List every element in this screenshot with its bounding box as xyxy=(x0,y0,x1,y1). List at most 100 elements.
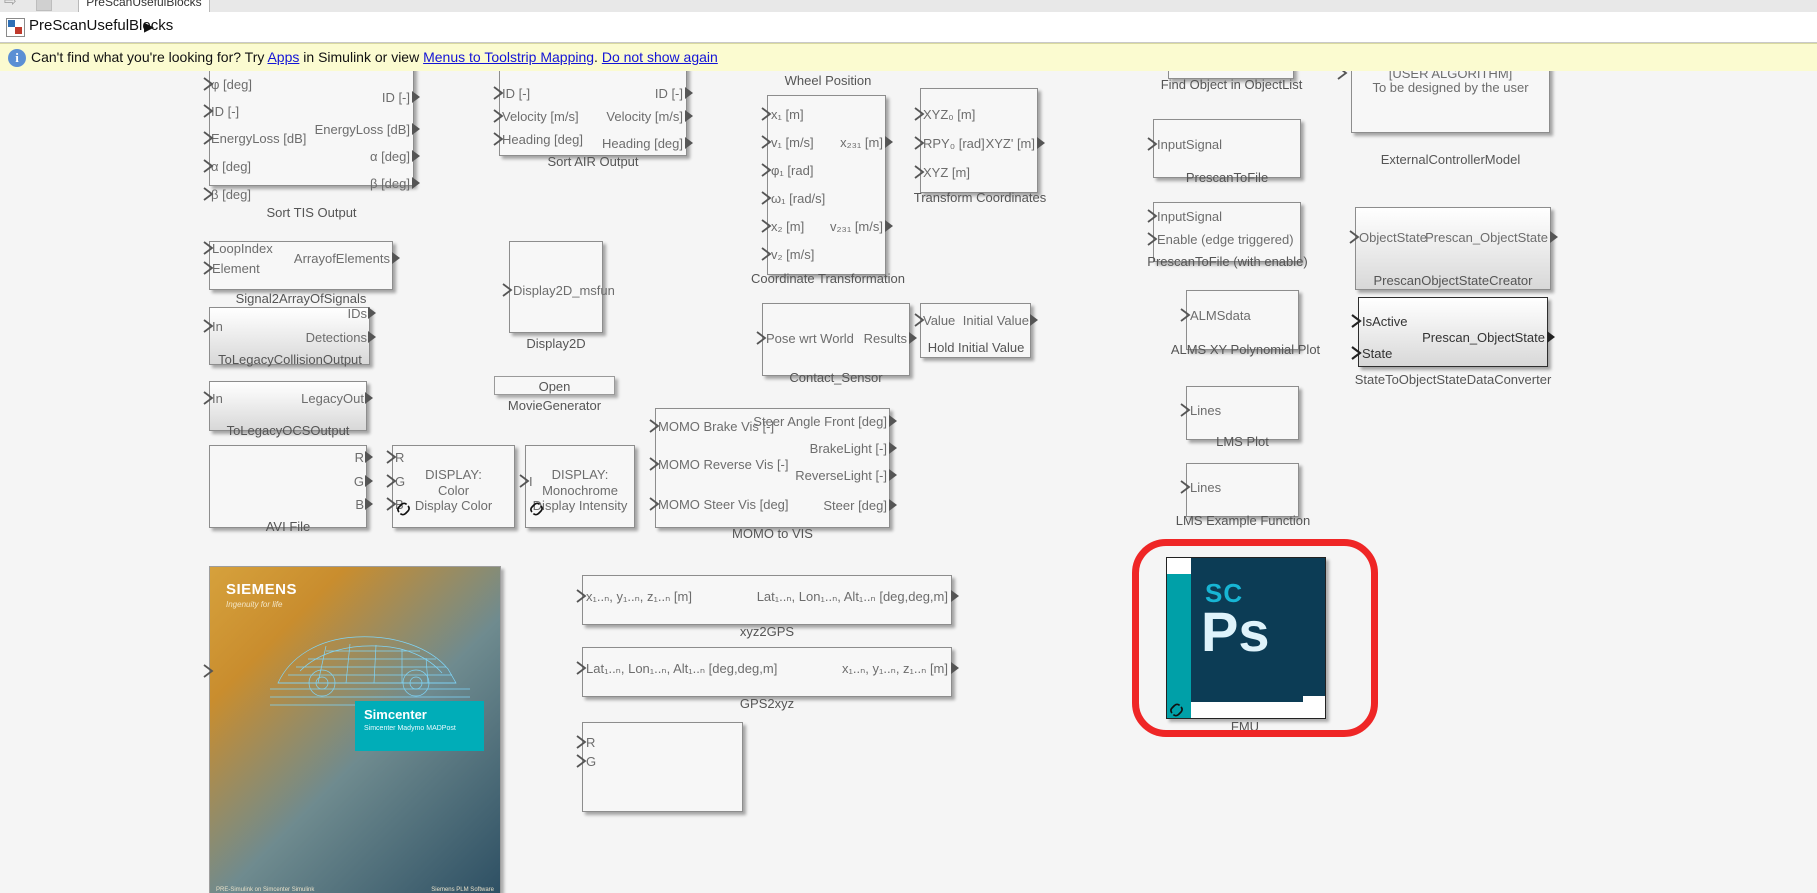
port-label-in: ALMSdata xyxy=(1190,308,1251,323)
port-arrow-in xyxy=(1147,137,1158,151)
block-caption: PrescanToFile (with enable) xyxy=(1147,254,1308,269)
port-arrow-in xyxy=(203,261,214,275)
port-arrow-in xyxy=(493,132,504,146)
port-arrow-in xyxy=(386,497,397,511)
port-label-out: Steer [deg] xyxy=(823,498,887,513)
port-label-out: Detections xyxy=(305,330,367,345)
port-label-out: IDs xyxy=(347,306,368,321)
link-do-not-show-again[interactable]: Do not show again xyxy=(602,49,718,65)
port-arrow-out xyxy=(909,332,917,344)
port-label-out: α [deg] xyxy=(369,149,410,164)
breadcrumb-chevron-icon[interactable]: ▶ xyxy=(144,19,154,35)
port-label-in: Lines xyxy=(1190,480,1222,495)
block-caption: Display2D xyxy=(526,336,586,351)
link-apps[interactable]: Apps xyxy=(267,49,299,65)
port-arrow-in xyxy=(761,219,772,233)
port-arrow-out xyxy=(412,177,420,189)
block-rgb-bottom[interactable] xyxy=(582,722,743,812)
port-arrow-in xyxy=(203,104,214,118)
block-caption: PrescanObjectStateCreator xyxy=(1373,273,1533,288)
port-label-in: G xyxy=(586,754,597,769)
notification-bar: i Can't find what you're looking for? Tr… xyxy=(0,43,1817,73)
block-caption: Sort AIR Output xyxy=(547,154,639,169)
button-open-moviegenerator[interactable]: Open MovieGenerator xyxy=(494,376,615,413)
port-label-out: ID [-] xyxy=(654,86,683,101)
library-link-icon xyxy=(528,501,548,517)
port-arrow-in xyxy=(761,247,772,261)
image-footer-left: PRE-Simulink on Simcenter Simulink xyxy=(216,887,315,893)
block-caption: Find Object in ObjectList xyxy=(1160,77,1303,92)
block-caption: xyz2GPS xyxy=(739,624,795,639)
port-label-out: LegacyOut xyxy=(301,391,364,406)
port-arrow-out xyxy=(889,415,897,427)
siemens-logo: SIEMENS xyxy=(226,581,298,598)
port-label-out: B xyxy=(355,497,364,512)
port-arrow-in xyxy=(914,313,925,327)
port-arrow-out xyxy=(889,469,897,481)
port-label-in: β [deg] xyxy=(211,187,252,202)
port-arrow-out xyxy=(412,123,420,135)
port-arrow-in xyxy=(576,589,587,603)
notification-text: Can't find what you're looking for? Try … xyxy=(31,49,718,65)
port-arrow-in xyxy=(756,331,767,345)
link-menus-to-toolstrip-mapping[interactable]: Menus to Toolstrip Mapping xyxy=(423,49,594,65)
breadcrumb: PreScanUsefulBlocks ▶ xyxy=(0,12,1817,43)
port-arrow-out xyxy=(885,136,893,148)
simulink-model-window: ⇨ PreScanUsefulBlocks PreScanUsefulBlock… xyxy=(0,0,1817,893)
port-arrow-in xyxy=(1147,232,1158,246)
port-arrow-out xyxy=(412,150,420,162)
block-caption: ToLegacyOCSOutput xyxy=(226,423,350,438)
port-arrow-in xyxy=(203,241,214,255)
block-caption: Contact_Sensor xyxy=(789,370,883,385)
simcenter-banner: Simcenter Simcenter Madymo MADPost xyxy=(355,701,484,751)
port-label-out: ArrayofElements xyxy=(293,251,390,266)
port-label-in: XYZ₀ [m] xyxy=(923,107,976,122)
port-label-in: Lines xyxy=(1190,403,1222,418)
port-arrow-in xyxy=(761,135,772,149)
port-arrow-in xyxy=(576,661,587,675)
port-label-in: ID [-] xyxy=(211,104,240,119)
port-label-out: BrakeLight [-] xyxy=(809,441,887,456)
port-arrow-out xyxy=(365,392,373,404)
simcenter-title: Simcenter xyxy=(364,707,427,722)
block-caption: ExternalControllerModel xyxy=(1380,152,1521,167)
info-icon: i xyxy=(8,49,26,67)
siemens-tagline: Ingenuity for life xyxy=(226,600,283,609)
port-arrow-out xyxy=(365,451,373,463)
port-label-out: Steer Angle Front [deg] xyxy=(753,414,887,429)
model-canvas[interactable]: φ [deg] ID [-] EnergyLoss [dB] α [deg] β… xyxy=(0,71,1817,893)
port-label-out: Prescan_ObjectState xyxy=(1425,230,1548,245)
port-label-out: Results xyxy=(863,331,907,346)
port-arrow-in xyxy=(1180,403,1191,417)
port-arrow-in xyxy=(761,107,772,121)
port-arrow-out xyxy=(1030,314,1038,326)
port-label-out: v₂₃₁ [m/s] xyxy=(829,219,883,234)
port-arrow-out xyxy=(368,331,376,343)
block-caption: Sort TIS Output xyxy=(266,205,357,220)
block-caption: MOMO to VIS xyxy=(732,526,813,541)
port-label-out: EnergyLoss [dB] xyxy=(314,122,410,137)
port-arrow-in xyxy=(1147,209,1158,223)
port-arrow-in xyxy=(203,187,214,201)
port-label-out: XYZ' [m] xyxy=(985,136,1035,151)
port-label-out: Prescan_ObjectState xyxy=(1422,330,1545,345)
block-simcenter-image[interactable]: SIEMENS Ingenuity for life Simcenter Sim… xyxy=(209,566,501,893)
back-arrow-icon[interactable]: ⇨ xyxy=(4,0,22,10)
port-label-out: β [deg] xyxy=(369,176,410,191)
port-arrow-out xyxy=(1037,137,1045,149)
port-arrow-in xyxy=(576,754,587,768)
port-label-in: α [deg] xyxy=(211,159,252,174)
port-label-in: φ [deg] xyxy=(211,77,252,92)
port-arrow-in xyxy=(576,735,587,749)
port-arrow-out xyxy=(685,87,693,99)
block-caption: GPS2xyz xyxy=(739,696,795,711)
model-icon xyxy=(6,18,25,37)
port-label-in: x₁ [m] xyxy=(771,107,804,122)
port-label-out: R xyxy=(354,450,364,465)
port-label-out: x₂₃₁ [m] xyxy=(840,135,883,150)
port-arrow-in xyxy=(502,283,513,297)
port-label-out: Lat₁..ₙ, Lon₁..ₙ, Alt₁..ₙ [deg,deg,m] xyxy=(756,589,948,604)
port-arrow-in xyxy=(203,131,214,145)
port-arrow-in xyxy=(203,77,214,91)
block-caption: LMS Example Function xyxy=(1175,513,1311,528)
